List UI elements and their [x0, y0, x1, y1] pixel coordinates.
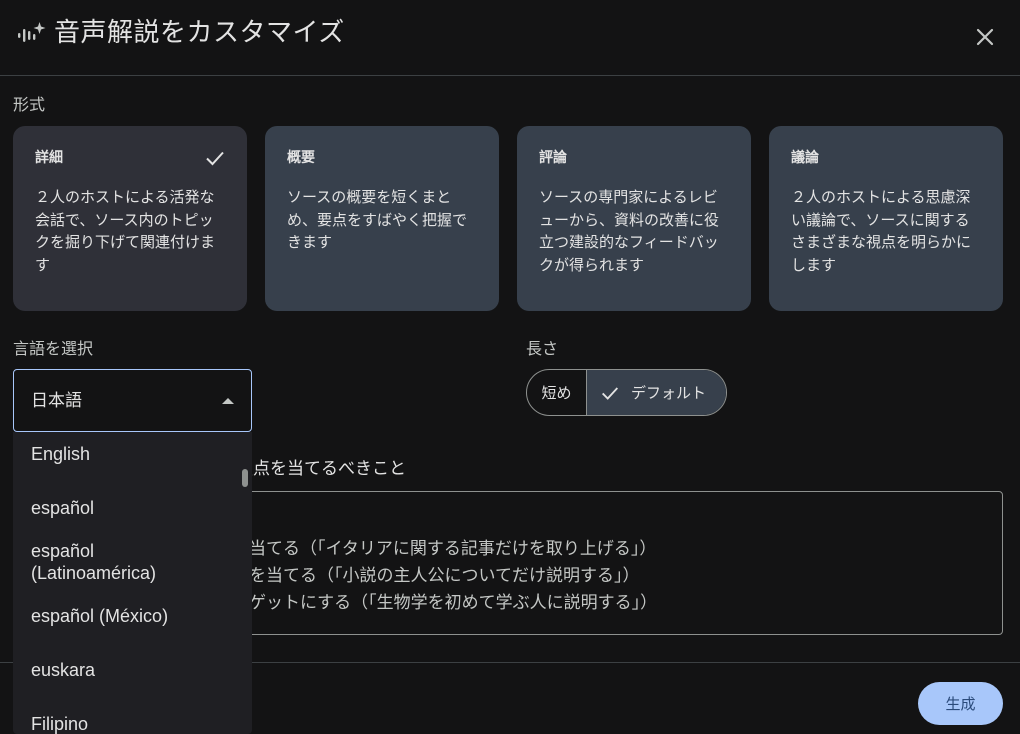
- card-desc-line: 立つ建設的なフィードバッ: [539, 233, 719, 251]
- dropdown-scrollbar[interactable]: [242, 469, 248, 487]
- card-description: ソースの概要を短くまと め、要点をすばやく把握で きます: [287, 186, 477, 254]
- card-desc-line: クを掘り下げて関連付けま: [35, 233, 216, 251]
- card-desc-line: ２人のホストによる活発な: [35, 188, 215, 206]
- language-option-spanish[interactable]: español: [31, 497, 94, 519]
- check-icon: [602, 386, 619, 400]
- format-label: 形式: [13, 95, 46, 114]
- card-desc-line: ソースの専門家によるレビ: [539, 188, 718, 206]
- generate-button[interactable]: 生成: [918, 682, 1003, 725]
- length-toggle-group: 短め デフォルト: [526, 369, 727, 416]
- language-option-filipino[interactable]: Filipino: [31, 713, 88, 734]
- dialog-title: 音声解説をカスタマイズ: [54, 18, 345, 48]
- focus-hint-line: を当てる（「イタリアに関する記事だけを取り上げる」）: [232, 539, 657, 559]
- customize-audio-dialog: 音声解説をカスタマイズ 形式 詳細 ２人のホストによる活発な 会話で、ソース内の…: [0, 0, 1020, 734]
- format-card-critique[interactable]: 評論 ソースの専門家によるレビ ューから、資料の改善に役 立つ建設的なフィードバ…: [517, 126, 751, 311]
- check-icon: [206, 151, 224, 166]
- close-button[interactable]: [966, 18, 1004, 56]
- close-icon: [976, 28, 994, 46]
- option-line: español: [31, 541, 95, 561]
- language-option-english[interactable]: English: [31, 443, 90, 465]
- focus-label: 焦点を当てるべきこと: [236, 459, 406, 479]
- card-description: ２人のホストによる思慮深 い議論で、ソースに関する さまざまな視点を明らかに し…: [791, 186, 981, 276]
- card-description: ２人のホストによる活発な 会話で、ソース内のトピッ クを掘り下げて関連付けま す: [35, 186, 225, 276]
- card-desc-line: ２人のホストによる思慮深: [791, 188, 971, 206]
- language-dropdown-menu: English español español (Latinoamérica) …: [13, 432, 252, 734]
- card-desc-line: す: [35, 255, 51, 274]
- language-option-basque[interactable]: euskara: [31, 659, 95, 681]
- card-title: 議論: [791, 150, 819, 166]
- length-default-label: デフォルト: [631, 384, 707, 402]
- card-desc-line: ソースの概要を短くまと: [287, 188, 452, 206]
- language-option-spanish-latam[interactable]: español (Latinoamérica): [31, 540, 156, 584]
- card-desc-line: ューから、資料の改善に役: [539, 210, 720, 229]
- card-title: 評論: [539, 150, 567, 166]
- card-desc-line: さまざまな視点を明らかに: [791, 233, 972, 251]
- card-desc-line: きます: [287, 233, 333, 251]
- card-desc-line: 会話で、ソース内のトピッ: [35, 210, 214, 229]
- language-label: 言語を選択: [13, 339, 94, 358]
- format-card-overview[interactable]: 概要 ソースの概要を短くまと め、要点をすばやく把握で きます: [265, 126, 499, 311]
- length-short-button[interactable]: 短め: [527, 370, 587, 415]
- length-default-button[interactable]: デフォルト: [587, 370, 726, 415]
- option-line: (Latinoamérica): [31, 563, 157, 583]
- dialog-header: 音声解説をカスタマイズ: [0, 0, 1020, 76]
- format-card-detail[interactable]: 詳細 ２人のホストによる活発な 会話で、ソース内のトピッ クを掘り下げて関連付け…: [13, 126, 247, 311]
- language-selected-value: 日本語: [31, 391, 82, 411]
- card-description: ソースの専門家によるレビ ューから、資料の改善に役 立つ建設的なフィードバッ ク…: [539, 186, 729, 276]
- length-label: 長さ: [526, 339, 559, 358]
- caret-up-icon: [222, 398, 234, 404]
- card-title: 概要: [287, 150, 315, 166]
- card-title: 詳細: [35, 150, 63, 166]
- card-desc-line: め、要点をすばやく把握で: [287, 210, 468, 229]
- card-desc-line: い議論で、ソースに関する: [791, 210, 970, 229]
- format-card-debate[interactable]: 議論 ２人のホストによる思慮深 い議論で、ソースに関する さまざまな視点を明らか…: [769, 126, 1003, 311]
- focus-hint-line: 点を当てる（「小説の主人公についてだけ説明する」）: [232, 566, 640, 586]
- audio-sparkle-icon: [18, 22, 46, 42]
- language-option-spanish-mexico[interactable]: español (México): [31, 605, 168, 627]
- card-desc-line: クが得られます: [539, 255, 645, 274]
- language-select[interactable]: 日本語: [13, 369, 252, 432]
- focus-hint-line: ーゲットにする（「生物学を初めて学ぶ人に説明する」）: [232, 593, 658, 613]
- card-desc-line: します: [791, 255, 837, 274]
